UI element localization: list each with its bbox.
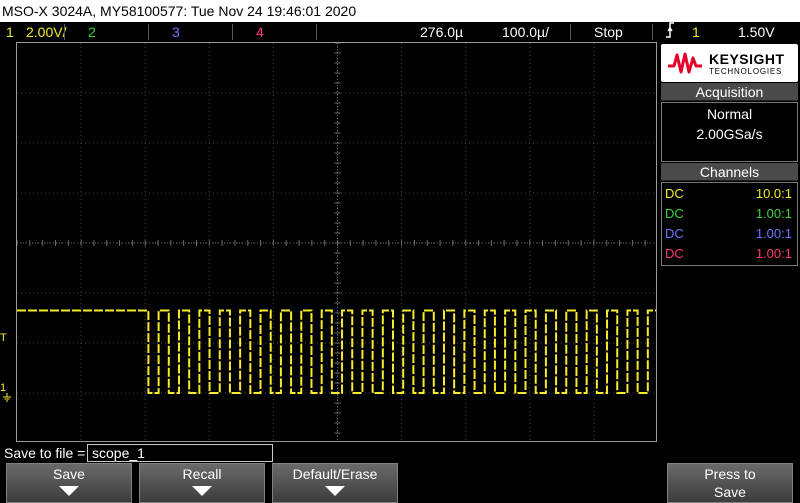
channel-coupling: DC	[665, 206, 684, 221]
channel-coupling: DC	[665, 246, 684, 261]
channel-3-number[interactable]: 3	[172, 22, 180, 42]
status-divider	[652, 24, 653, 40]
graticule	[17, 43, 656, 441]
save-bar: Save to file = scope_1	[0, 443, 800, 463]
status-divider	[316, 24, 317, 40]
default-erase-softkey-label: Default/Erase	[292, 466, 378, 482]
brand-name: KEYSIGHT	[709, 51, 785, 67]
brand-subtitle: TECHNOLOGIES	[709, 67, 783, 76]
arrow-down-icon	[59, 486, 79, 496]
channel-probe-ratio: 1.00:1	[755, 206, 792, 221]
status-divider	[570, 24, 571, 40]
channel-coupling: DC	[665, 186, 684, 201]
recall-softkey-label: Recall	[182, 466, 222, 482]
default-erase-softkey[interactable]: Default/Erase	[272, 463, 398, 503]
press-save-label: Save	[714, 484, 746, 500]
status-divider	[64, 24, 65, 40]
info-panel: KEYSIGHT TECHNOLOGIES Acquisition Normal…	[660, 42, 800, 442]
keysight-logo: KEYSIGHT TECHNOLOGIES	[661, 44, 798, 82]
arrow-down-icon	[192, 486, 212, 496]
save-to-file-label: Save to file =	[4, 445, 86, 461]
channel-row-4[interactable]: DC 1.00:1	[662, 244, 797, 264]
channel-probe-ratio: 1.00:1	[755, 246, 792, 261]
filename-field[interactable]: scope_1	[87, 444, 273, 462]
channel-1-number[interactable]: 1	[6, 22, 14, 42]
arrow-down-icon	[325, 486, 345, 496]
window-title: MSO-X 3024A, MY58100577: Tue Nov 24 19:4…	[2, 3, 357, 19]
status-bar: 1 2.00V/ 2 3 4 276.0µ 100.0µ/ Stop 1 1.5…	[0, 22, 800, 42]
run-state: Stop	[594, 24, 623, 40]
channel-4-number[interactable]: 4	[256, 22, 264, 42]
channel-row-3[interactable]: DC 1.00:1	[662, 224, 797, 244]
trigger-source: 1	[692, 24, 700, 40]
channel-row-1[interactable]: DC 10.0:1	[662, 184, 797, 204]
channel-probe-ratio: 10.0:1	[755, 186, 792, 201]
time-delay-readout[interactable]: 276.0µ	[420, 22, 463, 42]
press-to-label: Press to	[704, 466, 756, 482]
channels-title[interactable]: Channels	[661, 163, 798, 181]
sample-rate: 2.00GSa/s	[696, 126, 763, 142]
trigger-level-marker[interactable]: T	[0, 332, 7, 344]
save-softkey-label: Save	[53, 466, 85, 482]
channel-row-2[interactable]: DC 1.00:1	[662, 204, 797, 224]
channel-1-scale[interactable]: 2.00V/	[26, 22, 66, 42]
channel-coupling: DC	[665, 226, 684, 241]
acquisition-mode: Normal	[706, 106, 753, 122]
acquisition-section: Normal 2.00GSa/s	[661, 102, 798, 162]
status-divider	[232, 24, 233, 40]
title-bar: MSO-X 3024A, MY58100577: Tue Nov 24 19:4…	[0, 0, 800, 22]
edge-trigger-icon	[664, 21, 676, 44]
trigger-level-readout[interactable]: 1.50V	[738, 22, 775, 42]
save-softkey[interactable]: Save	[6, 463, 132, 503]
recall-softkey[interactable]: Recall	[139, 463, 265, 503]
channels-section: DC 10.0:1 DC 1.00:1 DC 1.00:1 DC 1.00:1	[661, 182, 798, 266]
acquisition-title[interactable]: Acquisition	[661, 83, 798, 101]
channel-2-number[interactable]: 2	[88, 22, 96, 42]
keysight-wave-icon	[668, 52, 702, 74]
waveform-display[interactable]	[16, 42, 657, 442]
ground-icon	[3, 393, 11, 402]
time-scale-readout[interactable]: 100.0µ/	[502, 22, 549, 42]
press-to-save-softkey[interactable]: Press to Save	[667, 463, 793, 503]
status-divider	[148, 24, 149, 40]
channel-probe-ratio: 1.00:1	[755, 226, 792, 241]
